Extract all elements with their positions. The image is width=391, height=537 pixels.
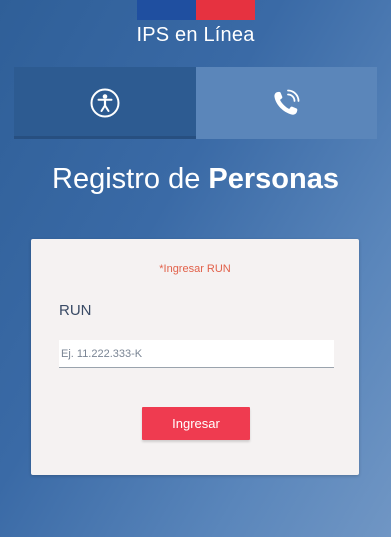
- page-title: Registro de Personas: [0, 163, 391, 196]
- page-title-bold: Personas: [208, 163, 339, 195]
- flag-blue-stripe: [137, 0, 196, 20]
- flag-red-stripe: [196, 0, 255, 20]
- accessibility-icon: [90, 88, 120, 118]
- run-input[interactable]: [59, 340, 334, 368]
- tab-bar: [14, 67, 377, 139]
- page-title-regular: Registro de: [52, 163, 209, 195]
- run-label: RUN: [59, 302, 92, 319]
- phone-icon: [269, 86, 303, 120]
- registration-card: *Ingresar RUN RUN Ingresar: [31, 239, 359, 475]
- brand-title: IPS en Línea: [136, 24, 255, 46]
- tab-phone[interactable]: [195, 67, 377, 139]
- run-error-message: *Ingresar RUN: [159, 263, 231, 275]
- submit-button[interactable]: Ingresar: [142, 407, 250, 440]
- tab-accessibility[interactable]: [14, 67, 196, 139]
- flag-stripe: [137, 0, 255, 20]
